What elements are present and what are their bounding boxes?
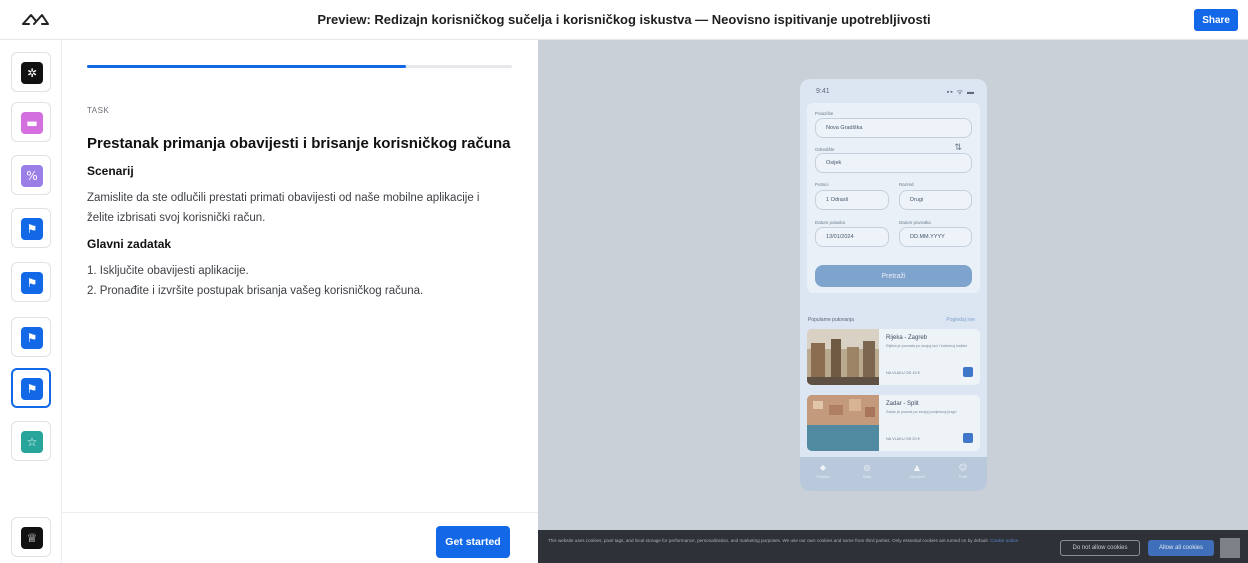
percent-icon: % xyxy=(21,165,43,187)
share-button[interactable]: Share xyxy=(1194,9,1238,31)
phone-tab-bar: ◆ Početna ◎ Karte ▲ Obavijesti ☺ Profil xyxy=(800,457,987,491)
route-price: NA VLAKU OD 20 € xyxy=(886,437,920,441)
tab-notifications[interactable]: ▲ Obavijesti xyxy=(902,463,932,479)
route-open-button[interactable] xyxy=(963,367,973,377)
passengers-field[interactable]: 1 Odrasli xyxy=(815,190,889,210)
task-footer: Get started xyxy=(62,512,538,563)
step-1: 1. Isključite obavijesti aplikacije. xyxy=(87,265,249,277)
rail-item-end[interactable]: ♕ xyxy=(11,517,51,557)
rail-item-message[interactable]: ▬ xyxy=(11,102,51,142)
return-field[interactable]: DD.MM.YYYY xyxy=(899,227,972,247)
flag-icon: ⚑ xyxy=(21,218,43,240)
cookie-notice-link[interactable]: Cookie notice xyxy=(990,538,1018,543)
route-price: NA VLAKU OD 15 € xyxy=(886,371,920,375)
popular-heading: Popularne putovanja xyxy=(808,317,854,323)
route-desc: Rijeka je poznata po svojoj luci i kultu… xyxy=(886,344,968,348)
tab-profile[interactable]: ☺ Profil xyxy=(948,463,978,479)
ticket-icon: ◎ xyxy=(863,463,871,472)
rail-item-percent[interactable]: % xyxy=(11,155,51,195)
route-image xyxy=(807,329,879,385)
deny-cookies-button[interactable]: Do not allow cookies xyxy=(1060,540,1140,556)
cookie-banner: This website uses cookies, pixel tags, a… xyxy=(538,530,1248,563)
tab-label: Karte xyxy=(862,475,872,479)
class-field[interactable]: Drugi xyxy=(899,190,972,210)
status-time: 9:41 xyxy=(816,88,830,95)
task-panel: TASK Prestanak primanja obavijesti i bri… xyxy=(62,40,538,563)
from-label: Polazište xyxy=(815,111,834,116)
depart-label: Datum polaska xyxy=(815,220,846,225)
route-card[interactable]: Zadar - Split Zadar je poznat po svojoj … xyxy=(807,395,980,451)
step-2: 2. Pronađite i izvršite postupak brisanj… xyxy=(87,285,424,297)
task-title: Prestanak primanja obavijesti i brisanje… xyxy=(87,135,511,152)
rail-item-task-3[interactable]: ⚑ xyxy=(11,317,51,357)
status-bar: 9:41 ▪▪ ᯤ ▬ xyxy=(800,79,987,105)
swap-icon[interactable]: ⇅ xyxy=(954,143,962,153)
search-card: Polazište Nova Gradiška Odredište ⇅ Osij… xyxy=(807,103,980,293)
depart-field[interactable]: 13/01/2024 xyxy=(815,227,889,247)
scenario-heading: Scenarij xyxy=(87,164,134,178)
cookie-message: This website uses cookies, pixel tags, a… xyxy=(548,538,989,543)
tab-label: Profil xyxy=(959,475,967,479)
message-icon: ▬ xyxy=(21,112,43,134)
tab-tickets[interactable]: ◎ Karte xyxy=(852,463,882,479)
scenario-text: Zamislite da ste odlučili prestati prima… xyxy=(87,192,480,224)
from-field[interactable]: Nova Gradiška xyxy=(815,118,972,138)
home-icon: ◆ xyxy=(819,463,827,472)
to-label: Odredište xyxy=(815,147,835,152)
rail-item-task-4[interactable]: ⚑ xyxy=(11,368,51,408)
bell-icon: ▲ xyxy=(913,463,921,472)
search-button[interactable]: Pretraži xyxy=(815,265,972,287)
tab-home[interactable]: ◆ Početna xyxy=(808,463,838,479)
flag-icon: ⚑ xyxy=(21,327,43,349)
profile-icon: ☺ xyxy=(958,463,968,472)
flag-icon: ⚑ xyxy=(21,272,43,294)
trophy-icon: ♕ xyxy=(21,527,43,549)
class-label: Razred xyxy=(899,182,914,187)
see-all-link[interactable]: Pogledaj sve xyxy=(946,317,975,323)
tab-label: Obavijesti xyxy=(909,475,925,479)
signal-icon: ▪▪ ᯤ ▬ xyxy=(946,89,975,96)
allow-cookies-button[interactable]: Allow all cookies xyxy=(1148,540,1214,556)
flag-icon: ⚑ xyxy=(21,378,43,400)
page-title: Preview: Redizajn korisničkog sučelja i … xyxy=(317,12,931,27)
route-open-button[interactable] xyxy=(963,433,973,443)
passengers-label: Putnici xyxy=(815,182,829,187)
cookie-text: This website uses cookies, pixel tags, a… xyxy=(548,537,1053,544)
rail-item-task-2[interactable]: ⚑ xyxy=(11,262,51,302)
phone-frame[interactable]: 9:41 ▪▪ ᯤ ▬ Polazište Nova Gradiška Odre… xyxy=(800,79,987,491)
route-image xyxy=(807,395,879,451)
cookie-close-button[interactable] xyxy=(1220,538,1240,558)
tab-label: Početna xyxy=(816,475,830,479)
prototype-preview: 9:41 ▪▪ ᯤ ▬ Polazište Nova Gradiška Odre… xyxy=(538,40,1248,563)
route-card[interactable]: Rijeka - Zagreb Rijeka je poznata po svo… xyxy=(807,329,980,385)
rail-item-settings[interactable]: ✲ xyxy=(11,52,51,92)
top-bar: Preview: Redizajn korisničkog sučelja i … xyxy=(0,0,1248,40)
progress-fill xyxy=(87,65,406,68)
settings-icon: ✲ xyxy=(21,62,43,84)
get-started-button[interactable]: Get started xyxy=(436,526,510,558)
route-title: Zadar - Split xyxy=(886,401,919,407)
task-eyebrow: TASK xyxy=(87,106,110,115)
to-field[interactable]: Osijek xyxy=(815,153,972,173)
rail-item-task-1[interactable]: ⚑ xyxy=(11,208,51,248)
route-title: Rijeka - Zagreb xyxy=(886,335,928,341)
star-icon: ☆ xyxy=(21,431,43,453)
route-desc: Zadar je poznat po svojoj povijesnoj jez… xyxy=(886,410,957,414)
block-rail: ✲ ▬ % ⚑ ⚑ ⚑ ⚑ ☆ ♕ xyxy=(0,40,62,563)
return-label: Datum povratka xyxy=(899,220,931,225)
progress-bar xyxy=(87,65,512,68)
rail-item-rating[interactable]: ☆ xyxy=(11,421,51,461)
main-task-heading: Glavni zadatak xyxy=(87,237,172,251)
